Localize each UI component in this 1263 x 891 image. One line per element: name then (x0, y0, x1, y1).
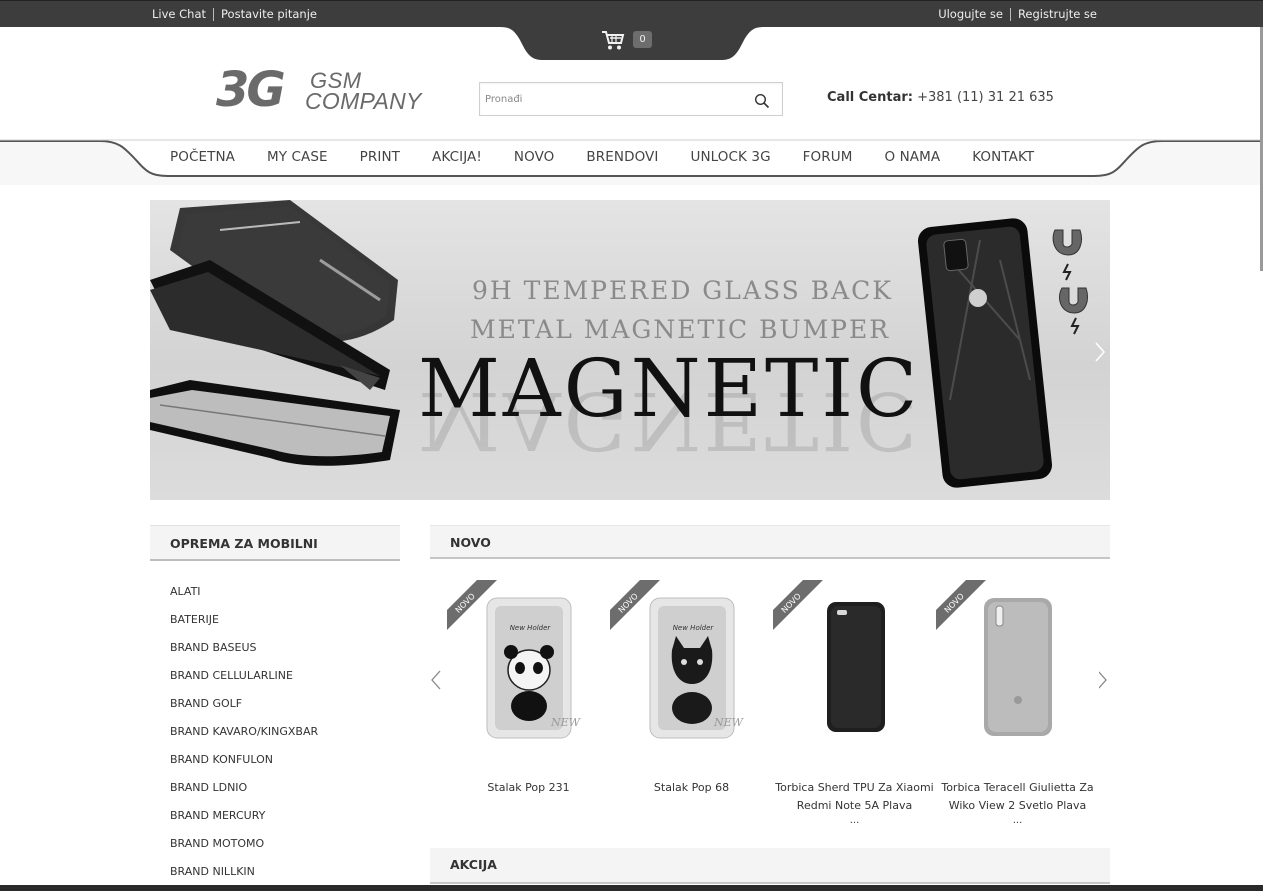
product-image[interactable]: NOVO (773, 580, 936, 748)
product-image[interactable]: New Holder NEW NOVO (447, 580, 610, 748)
category-item-alati[interactable]: ALATI (170, 585, 318, 613)
banner-headline-2: METAL MAGNETIC BUMPER (470, 315, 891, 344)
novo-section-title: NOVO (450, 535, 491, 550)
call-center-label: Call Centar: (827, 90, 913, 105)
site-logo[interactable]: 3G GSM COMPANY (216, 62, 442, 118)
search-box (479, 82, 783, 116)
carousel-prev-arrow-icon[interactable] (430, 669, 442, 691)
novo-ribbon: NOVO (773, 580, 823, 630)
top-bar-right-links: Ulogujte se Registrujte se (938, 7, 1097, 21)
top-bar: Live Chat Postavite pitanje Ulogujte se … (0, 0, 1263, 27)
banner-main-title: MAGNETIC (418, 342, 921, 435)
divider (1009, 7, 1011, 21)
register-link[interactable]: Registrujte se (1018, 7, 1097, 21)
category-item-konfulon[interactable]: BRAND KONFULON (170, 753, 318, 781)
logo-3g: 3G (216, 62, 286, 118)
hero-banner[interactable]: 9H TEMPERED GLASS BACK METAL MAGNETIC BU… (150, 200, 1110, 500)
sidebar-header: OPREMA ZA MOBILNI (150, 525, 400, 561)
search-input[interactable] (485, 91, 745, 107)
nav-unlock-3g[interactable]: UNLOCK 3G (674, 149, 786, 165)
product-name[interactable]: Torbica Sherd TPU Za Xiaomi Redmi Note 5… (769, 779, 940, 815)
sidebar-title: OPREMA ZA MOBILNI (170, 536, 318, 551)
live-chat-link[interactable]: Live Chat (152, 7, 206, 21)
phone-right-image (917, 218, 1088, 488)
product-card[interactable]: NOVO Torbica Sherd TPU Za Xiaomi Redmi N… (773, 580, 936, 830)
nav-forum[interactable]: FORUM (787, 149, 869, 165)
product-name[interactable]: Torbica Teracell Giulietta Za Wiko View … (932, 779, 1103, 815)
akcija-section-header: AKCIJA (430, 848, 1110, 884)
search-icon[interactable] (754, 93, 770, 109)
category-item-cellularline[interactable]: BRAND CELLULARLINE (170, 669, 318, 697)
category-item-motomo[interactable]: BRAND MOTOMO (170, 837, 318, 865)
category-item-ldnio[interactable]: BRAND LDNIO (170, 781, 318, 809)
phone-stack-left-image (150, 200, 400, 466)
nav-kontakt[interactable]: KONTAKT (956, 149, 1050, 165)
top-bar-left-links: Live Chat Postavite pitanje (152, 7, 317, 21)
category-item-golf[interactable]: BRAND GOLF (170, 697, 318, 725)
box-label: New Holder (510, 624, 552, 632)
category-item-mercury[interactable]: BRAND MERCURY (170, 809, 318, 837)
product-image[interactable]: New Holder NEW NOVO (610, 580, 773, 748)
cart-tab-shape (500, 26, 764, 60)
novo-ribbon: NOVO (447, 580, 497, 630)
product-image[interactable]: NOVO (936, 580, 1099, 748)
call-center: Call Centar: +381 (11) 31 21 635 (827, 90, 1054, 105)
category-item-kavaro[interactable]: BRAND KAVARO/KINGXBAR (170, 725, 318, 753)
nav-brendovi[interactable]: BRENDOVI (570, 149, 674, 165)
product-name[interactable]: Stalak Pop 231 (443, 779, 614, 797)
novo-ribbon: NOVO (610, 580, 660, 630)
product-card[interactable]: NOVO Torbica Teracell Giulietta Za Wiko … (936, 580, 1099, 830)
box-side-label: NEW (550, 716, 582, 729)
box-side-label: NEW (713, 716, 745, 729)
product-name-more: ... (849, 815, 860, 826)
cart-icon[interactable] (601, 29, 625, 51)
login-link[interactable]: Ulogujte se (938, 7, 1003, 21)
main-nav-bar: POČETNA MY CASE PRINT AKCIJA! NOVO BREND… (0, 138, 1263, 188)
nav-o-nama[interactable]: O NAMA (868, 149, 956, 165)
divider (213, 7, 215, 21)
novo-section-header: NOVO (430, 525, 1110, 559)
akcija-section-title: AKCIJA (450, 857, 497, 872)
cart-tab[interactable]: 0 (500, 26, 764, 60)
main-nav: POČETNA MY CASE PRINT AKCIJA! NOVO BREND… (154, 149, 1050, 165)
banner-headline-1: 9H TEMPERED GLASS BACK (472, 276, 893, 305)
product-card[interactable]: New Holder NEW NOVO Stalak Pop 68 (610, 580, 773, 830)
nav-pocetna[interactable]: POČETNA (154, 149, 251, 165)
nav-print[interactable]: PRINT (344, 149, 416, 165)
category-item-baseus[interactable]: BRAND BASEUS (170, 641, 318, 669)
novo-ribbon: NOVO (936, 580, 986, 630)
logo-company: COMPANY (305, 88, 422, 114)
category-item-baterije[interactable]: BATERIJE (170, 613, 318, 641)
nav-akcija[interactable]: AKCIJA! (416, 149, 498, 165)
product-name-more: ... (1012, 815, 1023, 826)
box-label: New Holder (673, 624, 715, 632)
call-center-phone: +381 (11) 31 21 635 (917, 90, 1054, 105)
ask-question-link[interactable]: Postavite pitanje (221, 7, 317, 21)
nav-my-case[interactable]: MY CASE (251, 149, 344, 165)
bottom-bar (0, 885, 1263, 891)
product-name[interactable]: Stalak Pop 68 (606, 779, 777, 797)
cart-count-badge: 0 (633, 31, 652, 48)
banner-next-arrow-icon[interactable] (1093, 340, 1107, 364)
nav-novo[interactable]: NOVO (498, 149, 571, 165)
category-list: ALATI BATERIJE BRAND BASEUS BRAND CELLUL… (170, 585, 318, 891)
product-card[interactable]: New Holder NEW NOVO Stalak Pop 231 (447, 580, 610, 830)
